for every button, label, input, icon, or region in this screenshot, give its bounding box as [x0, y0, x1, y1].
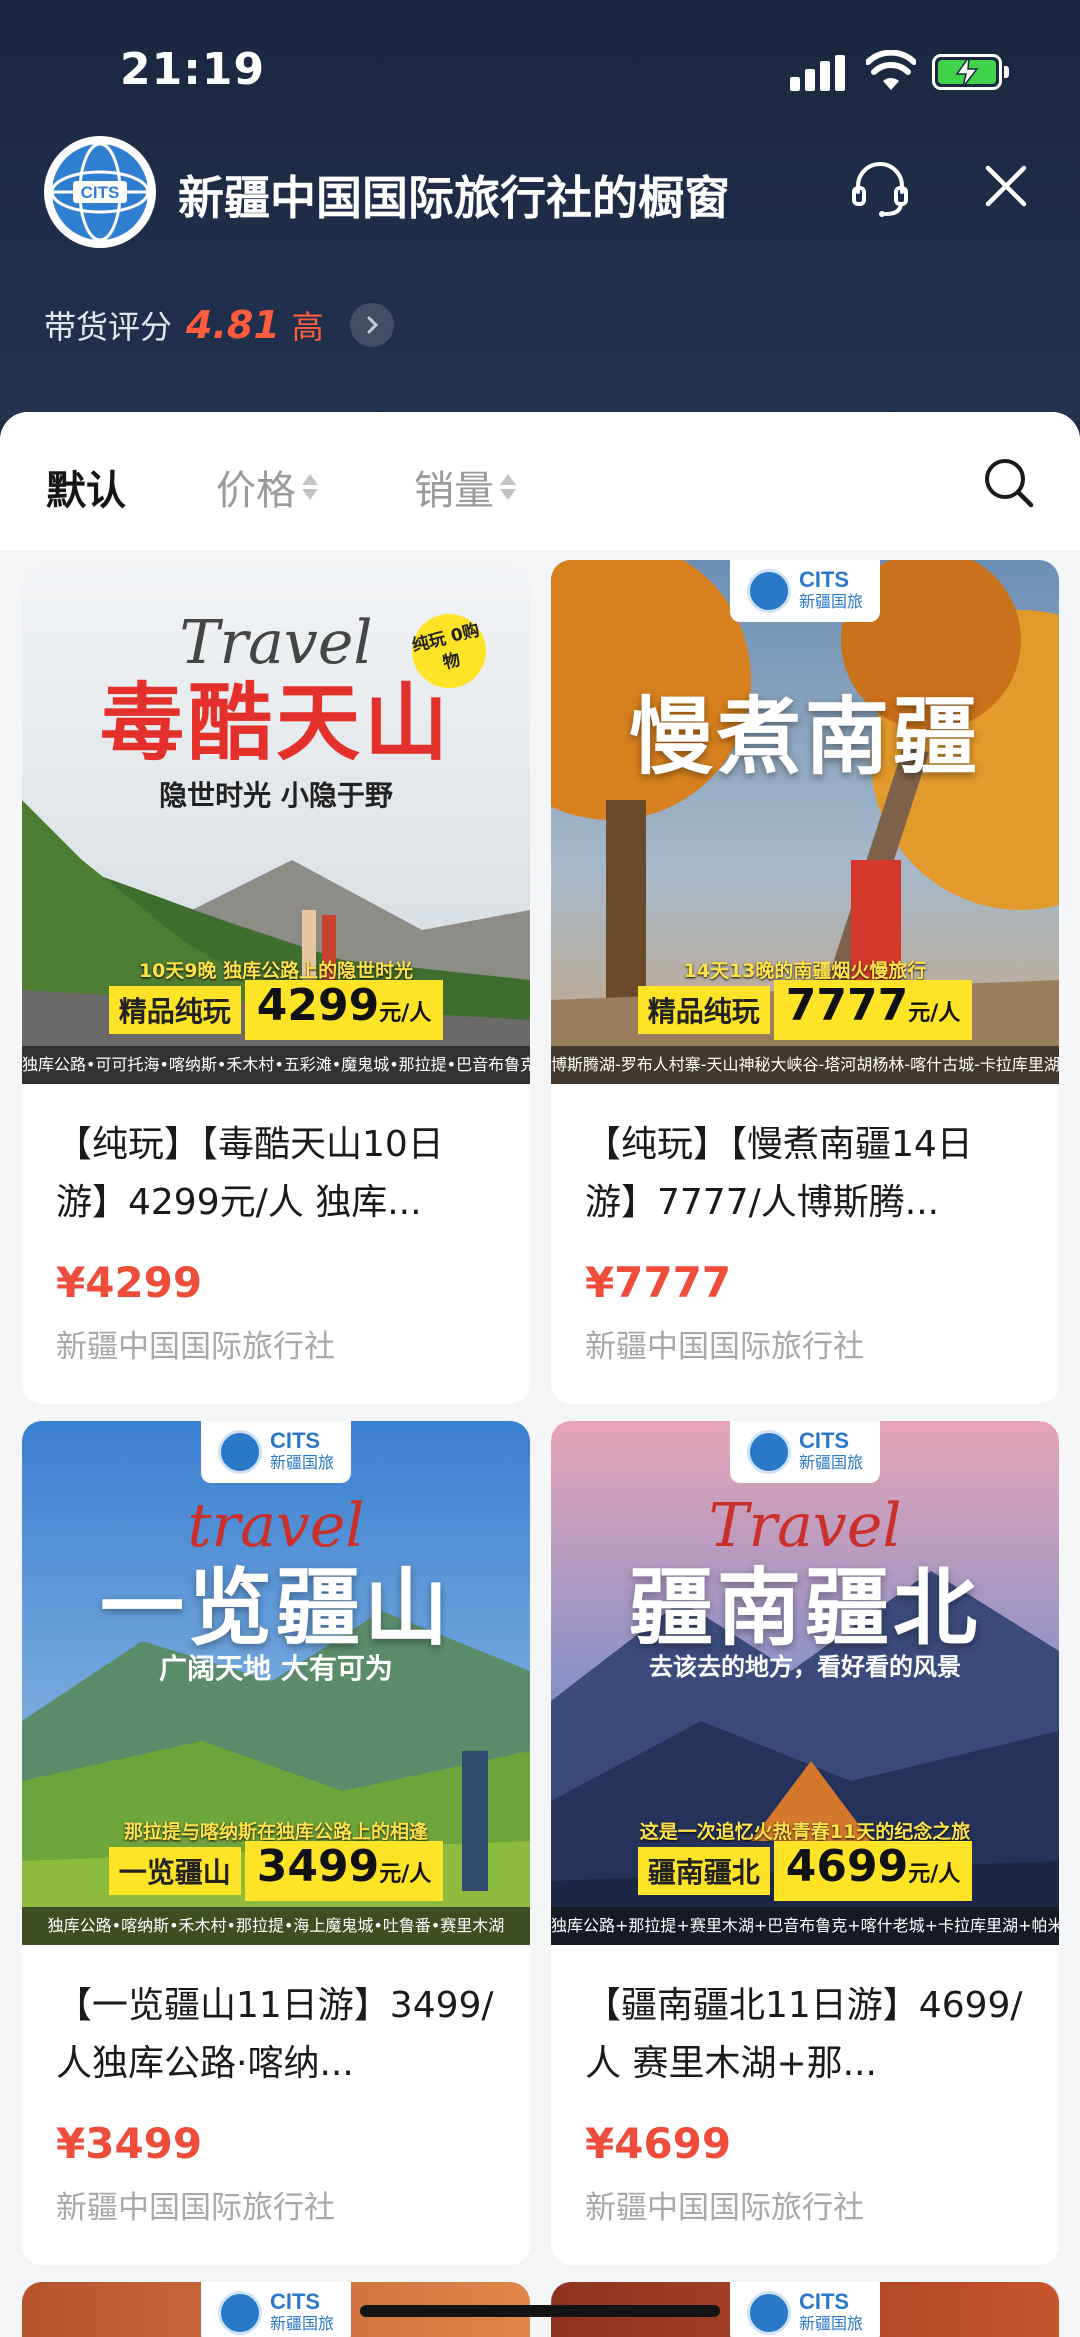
product-card[interactable]: CITS 新疆国旅 Travel 疆南疆北 去该去的地方，看好看的风景 这是一次追…: [551, 1421, 1059, 2265]
rating-level: 高: [291, 308, 324, 346]
cits-badge: CITS 新疆国旅: [730, 2282, 880, 2337]
poster-tagline: 这是一次追忆火热青春11天的纪念之旅: [639, 1821, 971, 1843]
poster-price-value: 4299元/人: [244, 980, 444, 1040]
status-bar: 21:19: [0, 0, 1080, 130]
chevron-right-icon[interactable]: [349, 303, 394, 347]
product-card[interactable]: CITS 新疆国旅 travel 一览疆山 广阔天地 大有可为 那拉提与喀纳斯在独…: [22, 1421, 530, 2265]
product-image[interactable]: CITS 新疆国旅 travel 一览疆山 广阔天地 大有可为 那拉提与喀纳斯在独…: [22, 1421, 530, 1945]
poster-price-tag: 疆南疆北 4699元/人: [551, 1841, 1059, 1901]
cellular-signal-icon: [790, 55, 846, 91]
home-indicator[interactable]: [360, 2305, 720, 2317]
product-title[interactable]: 【纯玩】【毒酷天山10日游】4299元/人 独库...: [56, 1116, 496, 1232]
rating-score: 4.81: [186, 303, 280, 347]
globe-icon: [746, 569, 791, 613]
poster-price-value: 4699元/人: [773, 1841, 973, 1901]
shop-header: 21:19 CITS 新疆中国国际旅行社的橱窗 带货评分 4.81 高: [0, 0, 1080, 420]
poster-price-label: 疆南疆北: [637, 1847, 770, 1895]
product-title[interactable]: 【纯玩】【慢煮南疆14日游】7777/人博斯腾...: [585, 1116, 1025, 1232]
shop-info-row: CITS 新疆中国国际旅行社的橱窗: [0, 130, 1080, 250]
tab-sales[interactable]: 销量: [414, 458, 516, 516]
product-image[interactable]: CITS 新疆国旅 慢煮南疆 14天13晚的南疆烟火慢旅行 精品纯玩 7777元/…: [551, 560, 1059, 1084]
customer-service-icon[interactable]: [848, 156, 912, 220]
sort-tabs: 默认 价格 销量: [0, 412, 1080, 550]
rating-row[interactable]: 带货评分 4.81 高: [44, 300, 394, 350]
product-price: ¥4299: [56, 1258, 203, 1307]
globe-icon: [217, 1430, 262, 1474]
poster-route: 独库公路•可可托海•喀纳斯•禾木村•五彩滩•魔鬼城•那拉提•巴音布鲁克•赛里木湖: [22, 1046, 530, 1084]
sort-arrows-icon: [302, 470, 318, 504]
status-time: 21:19: [120, 44, 266, 95]
globe-icon: [746, 2291, 791, 2335]
rating-label: 带货评分: [44, 308, 173, 346]
poster-tagline: 14天13晚的南疆烟火慢旅行: [683, 960, 927, 982]
poster-route: 博斯腾湖-罗布人村寨-天山神秘大峡谷-塔河胡杨林-喀什古城-卡拉库里湖: [551, 1046, 1059, 1084]
poster-price-tag: 一览疆山 3499元/人: [22, 1841, 530, 1901]
poster-price-value: 7777元/人: [773, 980, 973, 1040]
close-icon[interactable]: [980, 160, 1032, 212]
product-shop: 新疆中国国际旅行社: [56, 2190, 335, 2226]
product-card[interactable]: CITS 新疆国旅 慢煮南疆 14天13晚的南疆烟火慢旅行 精品纯玩 7777元/…: [551, 560, 1059, 1404]
poster-price-label: 一览疆山: [108, 1847, 241, 1895]
poster-title: 疆南疆北: [628, 1558, 981, 1657]
search-icon[interactable]: [982, 456, 1036, 510]
shop-name: 新疆中国国际旅行社的橱窗: [178, 171, 730, 225]
tab-sales-label: 销量: [414, 468, 494, 514]
product-price: ¥7777: [585, 1258, 732, 1307]
poster-subtitle: 广阔天地 大有可为: [159, 1652, 393, 1685]
product-image[interactable]: CITS 新疆国旅 Travel 疆南疆北 去该去的地方，看好看的风景 这是一次追…: [551, 1421, 1059, 1945]
tab-default-label: 默认: [46, 468, 126, 514]
poster-subtitle: 隐世时光 小隐于野: [159, 779, 393, 812]
product-title[interactable]: 【疆南疆北11日游】4699/人 赛里木湖+那...: [585, 1977, 1025, 2093]
poster-route: 独库公路+那拉提+赛里木湖+巴音布鲁克+喀什老城+卡拉库里湖+帕米尔高原: [551, 1907, 1059, 1945]
cits-badge: CITS 新疆国旅: [730, 1421, 880, 1483]
poster-subtitle: 去该去的地方，看好看的风景: [649, 1653, 961, 1681]
shop-logo-text: CITS: [81, 183, 120, 202]
product-price: ¥4699: [585, 2119, 732, 2168]
product-image[interactable]: Travel 毒酷天山 纯玩 0购物 隐世时光 小隐于野 10天9晚 独库公路上…: [22, 560, 530, 1084]
tab-default[interactable]: 默认: [46, 458, 126, 516]
cits-badge: CITS 新疆国旅: [201, 1421, 351, 1483]
poster-tagline: 10天9晚 独库公路上的隐世时光: [138, 960, 414, 982]
product-card[interactable]: Travel 毒酷天山 纯玩 0购物 隐世时光 小隐于野 10天9晚 独库公路上…: [22, 560, 530, 1404]
sort-arrows-icon: [500, 470, 516, 504]
tab-price[interactable]: 价格: [216, 458, 318, 516]
battery-icon: [932, 54, 1009, 90]
product-shop: 新疆中国国际旅行社: [585, 2190, 864, 2226]
poster-title: 一览疆山: [99, 1558, 452, 1657]
poster-price-label: 精品纯玩: [108, 986, 241, 1034]
poster-price-tag: 精品纯玩 4299元/人: [22, 980, 530, 1040]
poster-price-tag: 精品纯玩 7777元/人: [551, 980, 1059, 1040]
poster-price-value: 3499元/人: [244, 1841, 444, 1901]
wifi-icon: [866, 50, 916, 90]
poster-title: 慢煮南疆: [628, 687, 981, 786]
shop-logo[interactable]: CITS: [44, 136, 156, 248]
product-shop: 新疆中国国际旅行社: [585, 1329, 864, 1365]
product-list-panel: 默认 价格 销量 Travel 毒酷天山 纯玩 0购物 隐世时光 小隐于野 10…: [0, 412, 1080, 2337]
poster-tagline: 那拉提与喀纳斯在独库公路上的相逢: [123, 1821, 428, 1843]
product-price: ¥3499: [56, 2119, 203, 2168]
cits-badge: CITS 新疆国旅: [730, 560, 880, 622]
globe-icon: [217, 2291, 262, 2335]
globe-icon: [746, 1430, 791, 1474]
product-shop: 新疆中国国际旅行社: [56, 1329, 335, 1365]
tab-price-label: 价格: [216, 468, 296, 514]
poster-price-label: 精品纯玩: [637, 986, 770, 1034]
cits-badge: CITS 新疆国旅: [201, 2282, 351, 2337]
poster-route: 独库公路•喀纳斯•禾木村•那拉提•海上魔鬼城•吐鲁番•赛里木湖: [22, 1907, 530, 1945]
product-title[interactable]: 【一览疆山11日游】3499/人独库公路·喀纳...: [56, 1977, 496, 2093]
